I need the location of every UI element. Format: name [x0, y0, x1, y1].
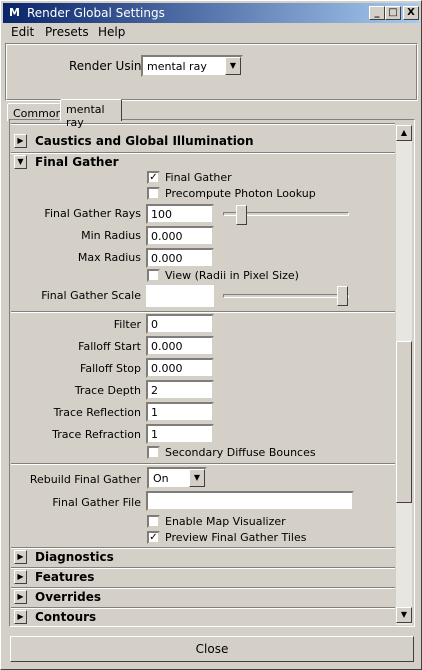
collapse-arrow-icon[interactable]: ▼ — [14, 155, 27, 169]
menu-help[interactable]: Help — [98, 25, 125, 39]
trace-refraction-label: Trace Refraction — [52, 428, 141, 441]
close-window-button[interactable]: X — [403, 6, 419, 20]
scrollbar-thumb[interactable] — [396, 341, 412, 503]
section-diagnostics[interactable]: ▶ Diagnostics — [11, 548, 395, 566]
rebuild-fg-label: Rebuild Final Gather — [29, 473, 141, 486]
render-using-label: Render Using — [69, 59, 150, 73]
view-radii-label: View (Radii in Pixel Size) — [165, 269, 299, 282]
rebuild-fg-dropdown[interactable]: On ▼ — [147, 467, 207, 489]
fg-file-label: Final Gather File — [52, 496, 141, 509]
vertical-scrollbar[interactable]: ▲ ▼ — [396, 125, 412, 625]
menu-presets[interactable]: Presets — [45, 25, 89, 39]
chevron-down-icon: ▼ — [225, 57, 241, 75]
trace-reflection-field[interactable]: 1 — [146, 402, 214, 422]
render-using-dropdown[interactable]: mental ray ▼ — [141, 55, 243, 77]
min-radius-field[interactable]: 0.000 — [146, 226, 214, 246]
enable-map-visualizer-label: Enable Map Visualizer — [165, 515, 286, 528]
fg-scale-swatch[interactable] — [146, 285, 214, 307]
preview-fg-tiles-label: Preview Final Gather Tiles — [165, 531, 307, 544]
maximize-button[interactable]: □ — [385, 6, 401, 20]
menu-edit[interactable]: Edit — [11, 25, 34, 39]
section-title: Contours — [35, 610, 97, 624]
max-radius-field[interactable]: 0.000 — [146, 248, 214, 268]
fg-scale-slider-track[interactable] — [223, 294, 349, 298]
expand-arrow-icon[interactable]: ▶ — [14, 550, 27, 564]
expand-arrow-icon[interactable]: ▶ — [14, 590, 27, 604]
section-title: Overrides — [35, 590, 101, 604]
secondary-diffuse-checkbox[interactable] — [147, 446, 160, 459]
trace-depth-label: Trace Depth — [74, 384, 141, 397]
falloff-stop-field[interactable]: 0.000 — [146, 358, 214, 378]
divider — [11, 463, 395, 465]
title-bar: M Render Global Settings _ □ X — [3, 3, 419, 23]
falloff-start-field[interactable]: 0.000 — [146, 336, 214, 356]
max-radius-label: Max Radius — [77, 251, 141, 264]
precompute-photon-label: Precompute Photon Lookup — [165, 187, 316, 200]
fg-file-field[interactable] — [146, 491, 354, 511]
final-gather-label: Final Gather — [165, 171, 232, 184]
section-title: Final Gather — [35, 155, 119, 169]
min-radius-label: Min Radius — [81, 229, 141, 242]
section-contours[interactable]: ▶ Contours — [11, 608, 395, 625]
divider — [11, 311, 395, 313]
fg-rays-label: Final Gather Rays — [44, 207, 141, 220]
falloff-start-label: Falloff Start — [78, 340, 141, 353]
view-radii-checkbox[interactable] — [147, 269, 160, 282]
section-caustics[interactable]: ▶ Caustics and Global Illumination — [11, 132, 395, 150]
filter-label: Filter — [113, 318, 141, 331]
window-title: Render Global Settings — [27, 6, 165, 20]
section-features[interactable]: ▶ Features — [11, 568, 395, 586]
expand-arrow-icon[interactable]: ▶ — [14, 134, 27, 148]
section-title: Diagnostics — [35, 550, 114, 564]
section-final-gather[interactable]: ▼ Final Gather — [11, 153, 395, 171]
minimize-button[interactable]: _ — [369, 6, 385, 20]
maya-app-icon: M — [9, 6, 20, 19]
fg-rays-field[interactable]: 100 — [146, 204, 214, 224]
render-global-settings-window: M Render Global Settings _ □ X Edit Pres… — [0, 0, 422, 670]
render-using-group: Render Using mental ray ▼ — [5, 43, 418, 101]
tab-mental-ray[interactable]: mental ray — [60, 99, 122, 129]
scroll-up-icon[interactable]: ▲ — [396, 125, 412, 141]
scroll-down-icon[interactable]: ▼ — [396, 607, 412, 623]
chevron-down-icon: ▼ — [189, 469, 205, 487]
expand-arrow-icon[interactable]: ▶ — [14, 610, 27, 624]
trace-refraction-field[interactable]: 1 — [146, 424, 214, 444]
fg-scale-label: Final Gather Scale — [41, 289, 141, 302]
trace-reflection-label: Trace Reflection — [53, 406, 141, 419]
precompute-photon-checkbox[interactable] — [147, 187, 160, 200]
expand-arrow-icon[interactable]: ▶ — [14, 570, 27, 584]
fg-scale-slider-thumb[interactable] — [337, 286, 348, 306]
preview-fg-tiles-checkbox[interactable]: ✓ — [147, 531, 160, 544]
falloff-stop-label: Falloff Stop — [80, 362, 141, 375]
final-gather-checkbox[interactable]: ✓ — [147, 171, 160, 184]
secondary-diffuse-label: Secondary Diffuse Bounces — [165, 446, 316, 459]
settings-scroll-area[interactable]: ▶ Caustics and Global Illumination ▼ Fin… — [11, 121, 395, 625]
trace-depth-field[interactable]: 2 — [146, 380, 214, 400]
fg-rays-slider-thumb[interactable] — [236, 205, 247, 225]
menu-bar: Edit Presets Help — [3, 23, 419, 41]
close-button[interactable]: Close — [10, 636, 414, 662]
section-title: Caustics and Global Illumination — [35, 134, 254, 148]
filter-field[interactable]: 0 — [146, 314, 214, 334]
section-title: Features — [35, 570, 95, 584]
enable-map-visualizer-checkbox[interactable] — [147, 515, 160, 528]
section-overrides[interactable]: ▶ Overrides — [11, 588, 395, 606]
